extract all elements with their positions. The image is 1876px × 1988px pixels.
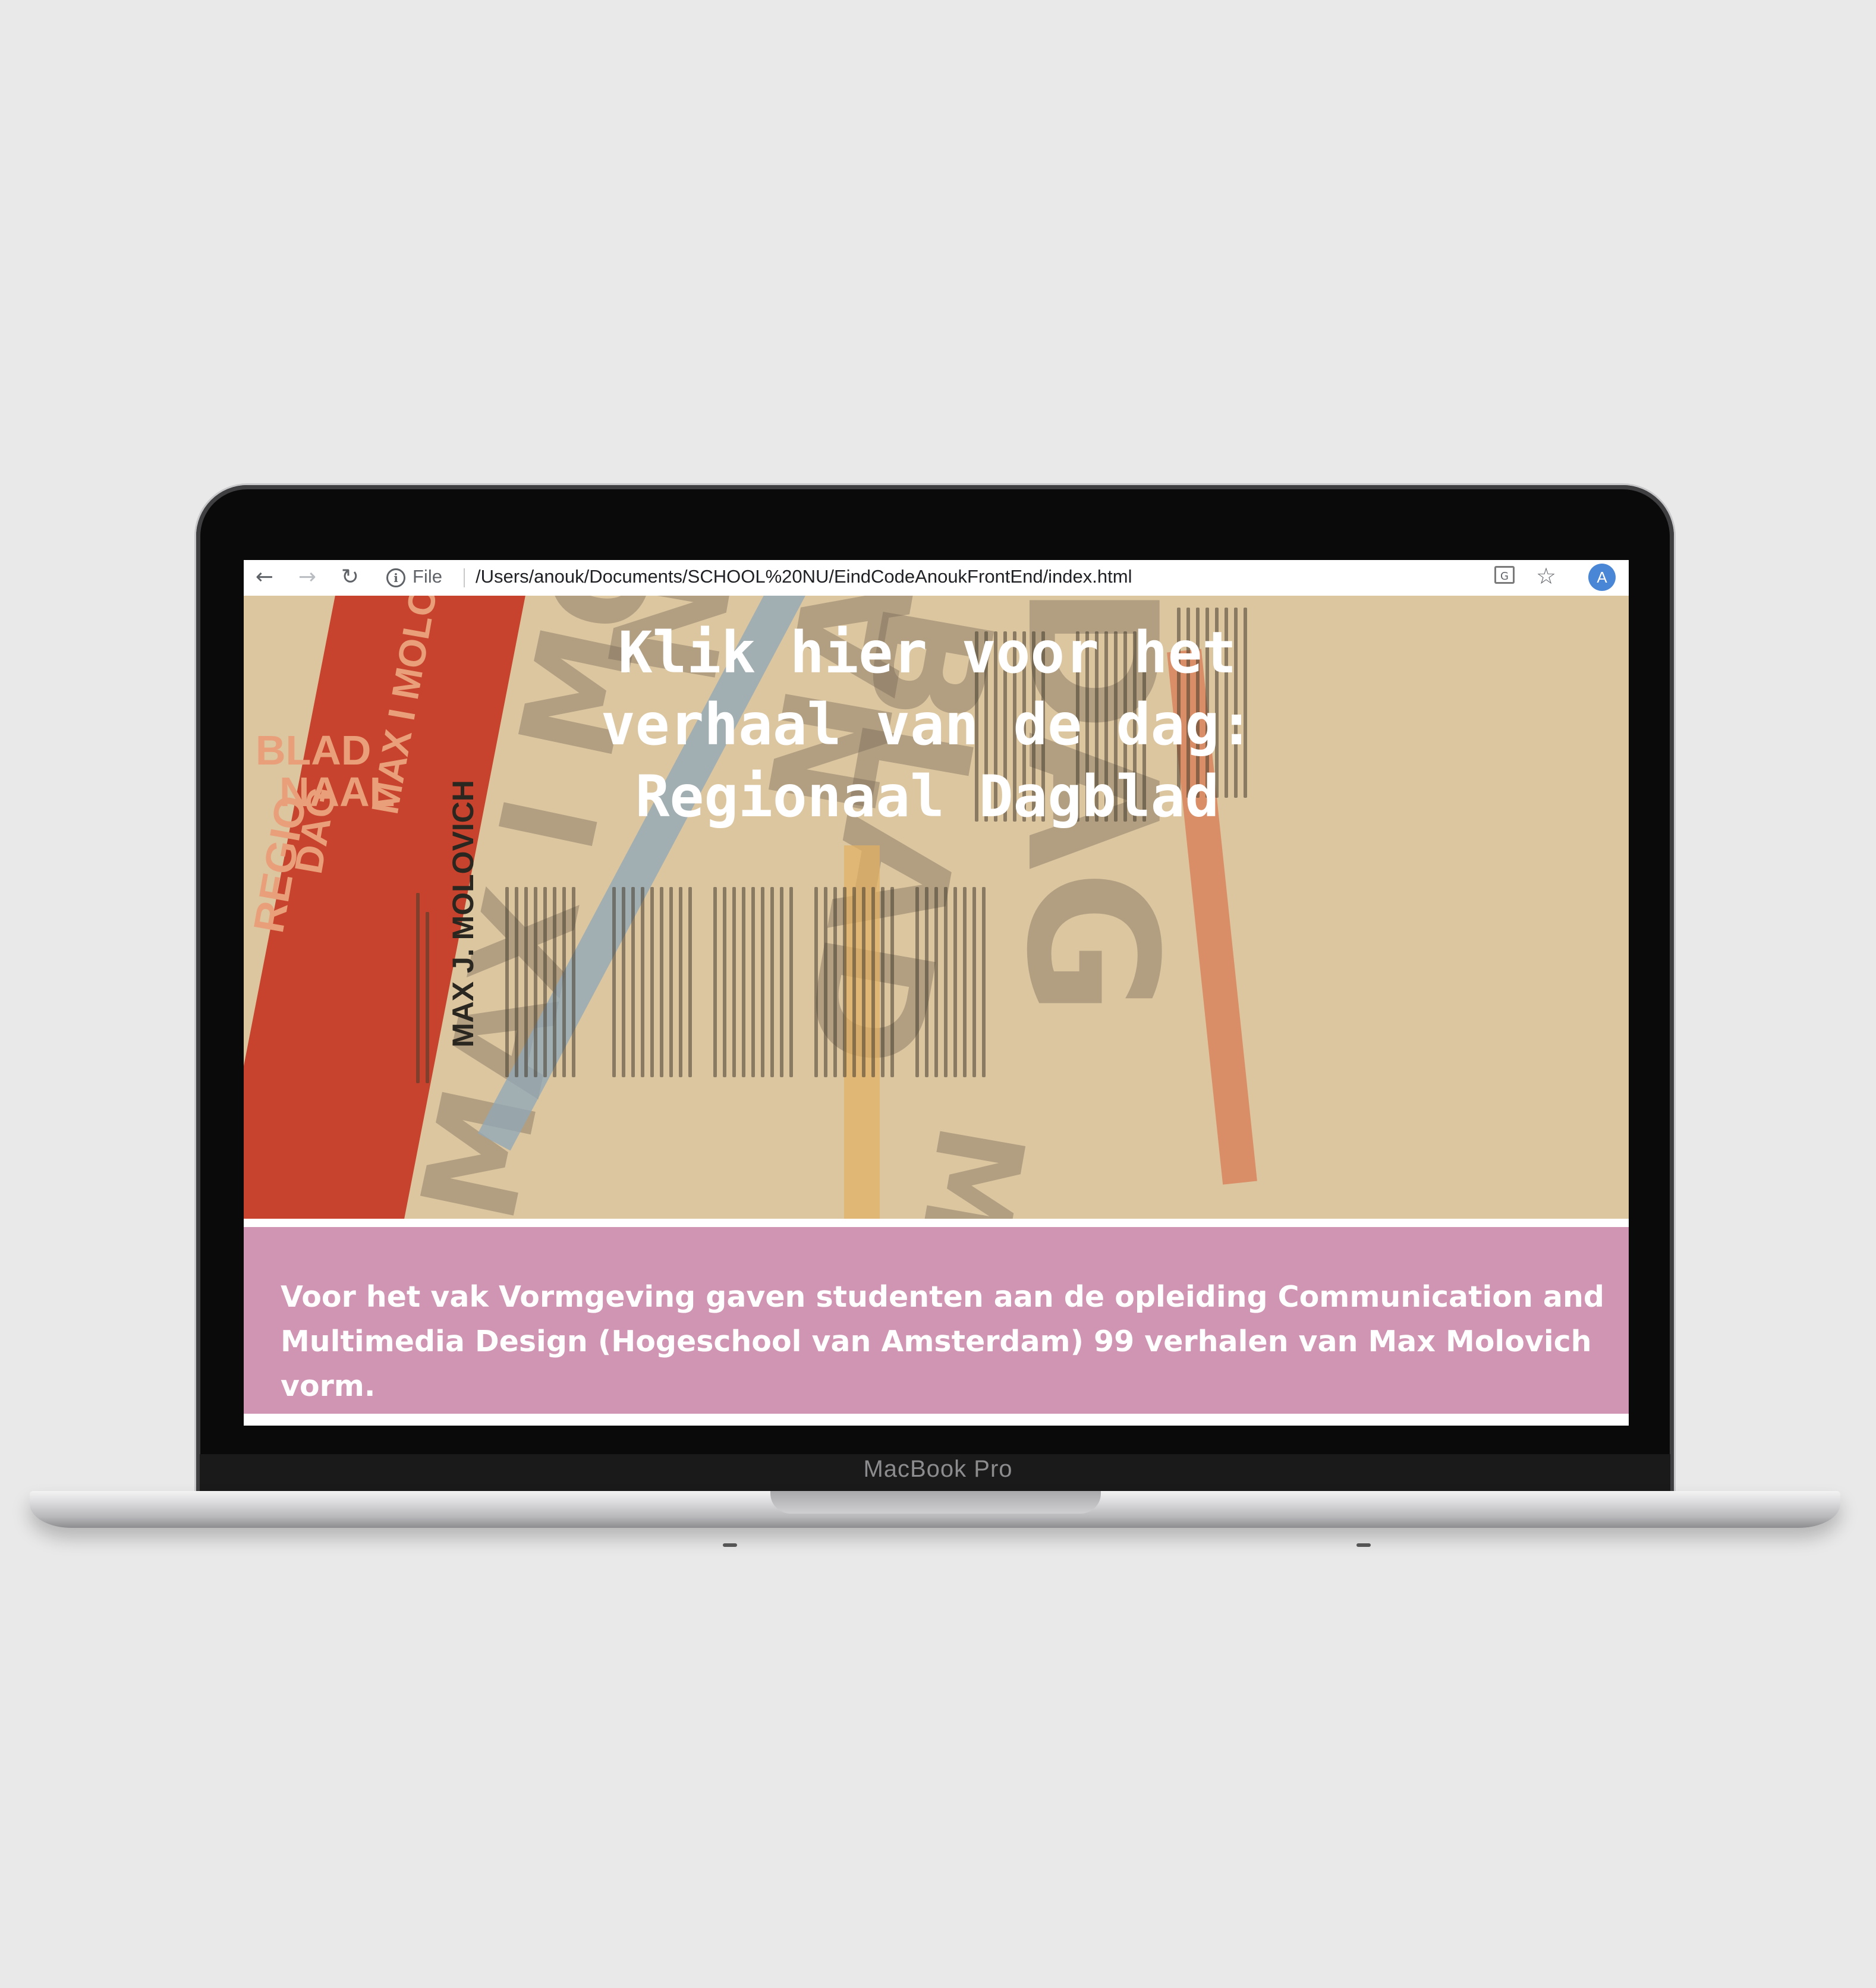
poster-word-blad: BLAD — [256, 727, 372, 773]
browser-toolbar: ← → ↻ i File /Users/anouk/Documents/SCHO… — [244, 560, 1629, 596]
article-text-column — [612, 887, 692, 1077]
laptop-brand-label: MacBook Pro — [863, 1456, 1013, 1482]
arrow-left-icon: ← — [255, 565, 274, 589]
arrow-right-icon: → — [298, 565, 317, 589]
laptop-screen: ← → ↻ i File /Users/anouk/Documents/SCHO… — [244, 560, 1629, 1426]
address-bar[interactable]: i File /Users/anouk/Documents/SCHOOL%20N… — [380, 562, 1623, 593]
reload-icon: ↻ — [341, 565, 360, 589]
article-text-column — [713, 887, 793, 1077]
article-text-column — [416, 893, 429, 1083]
scheme-label: File — [413, 566, 442, 587]
url-text[interactable]: /Users/anouk/Documents/SCHOOL%20NU/EindC… — [476, 566, 1132, 587]
hero-banner[interactable]: DAG BLAD NAAL NAAL MAX I MOLOV MAX I MOL… — [244, 596, 1629, 1219]
profile-avatar[interactable]: A — [1588, 564, 1616, 591]
info-band: Voor het vak Vormgeving gaven studenten … — [244, 1227, 1629, 1414]
info-icon[interactable]: i — [386, 568, 405, 587]
laptop-foot — [723, 1543, 737, 1547]
reload-button[interactable]: ↻ — [336, 564, 364, 591]
poster-author: MAX J. MOLOVICH — [446, 779, 480, 1048]
laptop-foot — [1356, 1543, 1371, 1547]
laptop-notch — [770, 1491, 1101, 1514]
back-button[interactable]: ← — [251, 564, 278, 591]
forward-button[interactable]: → — [294, 564, 321, 591]
address-separator — [464, 568, 465, 587]
star-icon[interactable]: ☆ — [1536, 562, 1556, 590]
article-text-column — [814, 887, 894, 1077]
poster-word: MAX I MOLOV — [756, 1115, 1050, 1219]
article-text-column — [915, 887, 986, 1077]
translate-icon[interactable]: G — [1494, 566, 1515, 584]
story-of-the-day-link[interactable]: Klik hier voor het verhaal van de dag: R… — [577, 617, 1278, 833]
project-description: Voor het vak Vormgeving gaven studenten … — [281, 1280, 1604, 1403]
article-text-column — [505, 887, 575, 1077]
